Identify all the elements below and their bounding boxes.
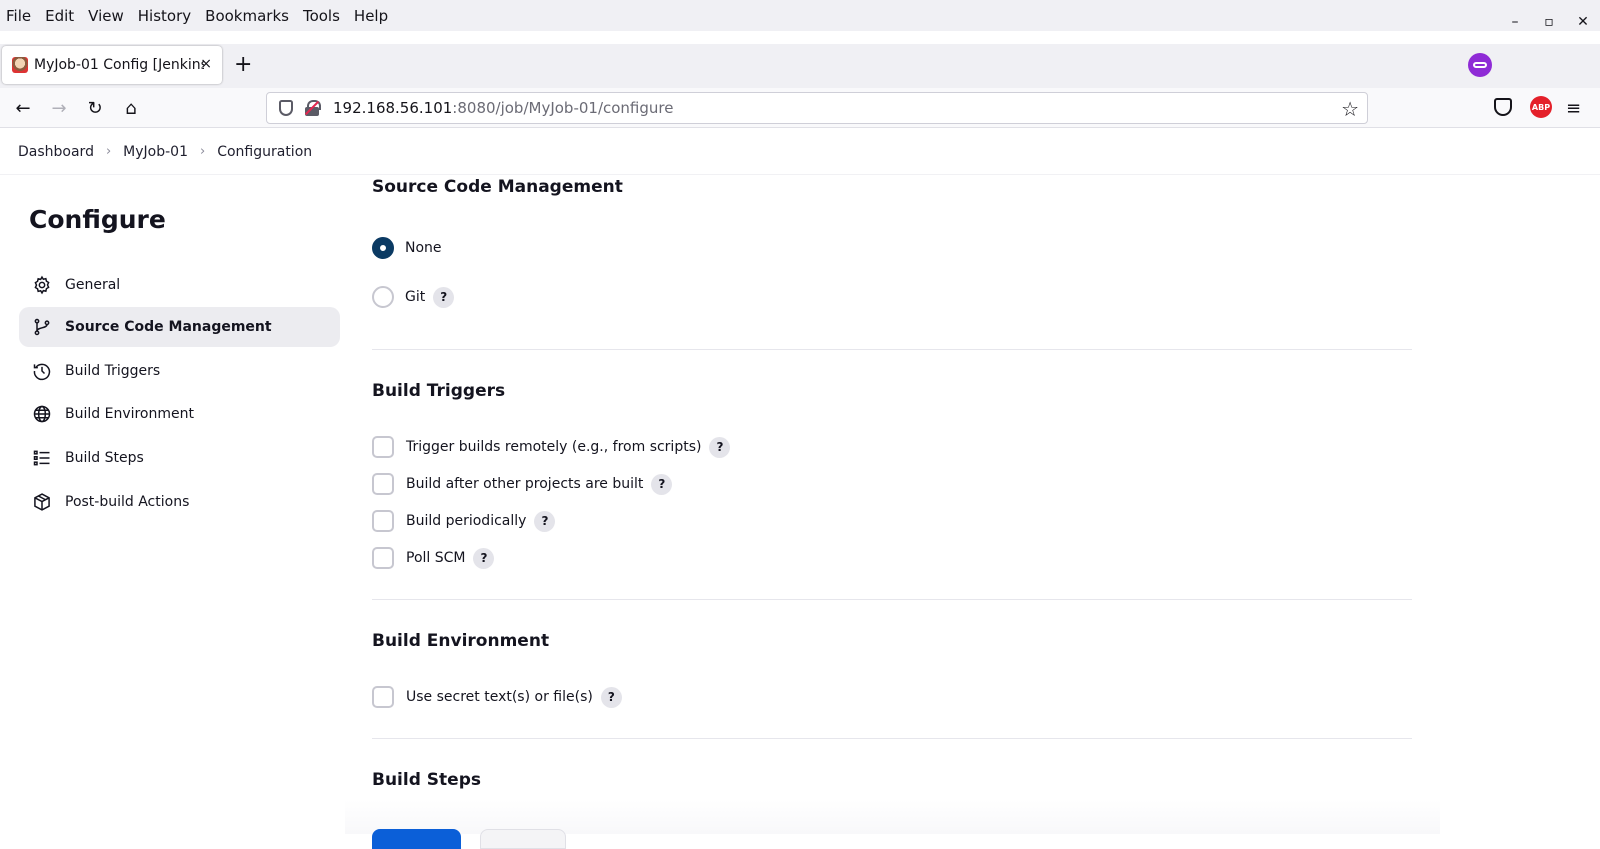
- sidebar-item-general[interactable]: General: [19, 265, 340, 305]
- url-bar[interactable]: 192.168.56.101 :8080/job/MyJob-01/config…: [266, 92, 1368, 124]
- menu-history[interactable]: History: [138, 7, 191, 25]
- help-icon[interactable]: ?: [473, 547, 495, 569]
- menu-edit[interactable]: Edit: [45, 7, 74, 25]
- breadcrumb-configuration[interactable]: Configuration: [217, 144, 312, 160]
- navigation-bar: ← → ↻ ⌂ 192.168.56.101 :8080/job/MyJob-0…: [0, 88, 1600, 128]
- menu-bookmarks[interactable]: Bookmarks: [205, 7, 289, 25]
- menu-file[interactable]: File: [6, 7, 31, 25]
- sidebar-item-post-build-actions[interactable]: Post-build Actions: [19, 482, 340, 522]
- bookmark-star-icon[interactable]: ☆: [1341, 97, 1359, 121]
- apply-button[interactable]: [480, 829, 566, 849]
- new-tab-button[interactable]: +: [234, 52, 252, 77]
- maximize-button[interactable]: ▫: [1532, 14, 1566, 30]
- pocket-icon[interactable]: [1494, 98, 1512, 116]
- help-icon[interactable]: ?: [651, 473, 673, 495]
- tab-close-icon[interactable]: ×: [200, 56, 212, 72]
- trigger-after-projects-option[interactable]: Build after other projects are built ?: [372, 473, 673, 495]
- checkbox-build-after[interactable]: [372, 473, 394, 495]
- main-content: Source Code Management None Git ? Build …: [372, 175, 1412, 815]
- home-button[interactable]: ⌂: [118, 95, 144, 121]
- checkbox-poll-scm[interactable]: [372, 547, 394, 569]
- checkbox-label: Build after other projects are built: [406, 476, 644, 492]
- sidebar: Configure General Source Code Management…: [0, 175, 345, 815]
- forward-button[interactable]: →: [46, 95, 72, 121]
- menu-help[interactable]: Help: [354, 7, 388, 25]
- section-title-build-environment: Build Environment: [372, 631, 550, 651]
- browser-tab[interactable]: MyJob-01 Config [Jenkins] ×: [2, 46, 222, 84]
- radio-git[interactable]: [372, 286, 394, 308]
- close-window-button[interactable]: ✕: [1566, 14, 1600, 30]
- minimize-button[interactable]: –: [1498, 14, 1532, 30]
- reload-button[interactable]: ↻: [82, 95, 108, 121]
- help-icon[interactable]: ?: [600, 686, 622, 708]
- breadcrumb: Dashboard › MyJob-01 › Configuration: [0, 129, 1600, 175]
- sidebar-item-source-code-management[interactable]: Source Code Management: [19, 307, 340, 347]
- cube-icon: [34, 493, 50, 511]
- section-title-build-steps: Build Steps: [372, 770, 481, 790]
- sidebar-item-label: Build Environment: [65, 406, 194, 422]
- help-icon[interactable]: ?: [709, 436, 731, 458]
- scm-option-git[interactable]: Git ?: [372, 286, 455, 308]
- checkbox-secret-text[interactable]: [372, 686, 394, 708]
- trigger-poll-scm-option[interactable]: Poll SCM ?: [372, 547, 495, 569]
- url-host: 192.168.56.101: [333, 99, 453, 117]
- menu-bar: File Edit View History Bookmarks Tools H…: [0, 0, 1600, 31]
- save-button[interactable]: [372, 829, 461, 849]
- section-title-build-triggers: Build Triggers: [372, 381, 506, 401]
- sidebar-item-label: Post-build Actions: [65, 494, 190, 510]
- gear-icon: [34, 275, 50, 295]
- tab-title: MyJob-01 Config [Jenkins]: [34, 57, 204, 73]
- section-divider: [372, 738, 1412, 739]
- list-icon: [33, 450, 50, 466]
- globe-icon: [33, 405, 51, 423]
- checkbox-label: Build periodically: [406, 513, 527, 529]
- git-branch-icon: [34, 318, 50, 336]
- sidebar-item-label: General: [65, 277, 121, 293]
- trigger-periodically-option[interactable]: Build periodically ?: [372, 510, 556, 532]
- help-icon[interactable]: ?: [433, 286, 455, 308]
- trigger-remote-option[interactable]: Trigger builds remotely (e.g., from scri…: [372, 436, 731, 458]
- chevron-right-icon: ›: [105, 144, 112, 159]
- tracking-shield-icon[interactable]: [279, 100, 293, 116]
- window-controls: – ▫ ✕: [1498, 0, 1600, 44]
- jenkins-favicon-icon: [12, 57, 28, 73]
- checkbox-build-periodically[interactable]: [372, 510, 394, 532]
- back-button[interactable]: ←: [10, 95, 36, 121]
- scm-option-none[interactable]: None: [372, 237, 442, 259]
- help-icon[interactable]: ?: [534, 510, 556, 532]
- radio-label: None: [405, 240, 442, 256]
- sidebar-item-build-triggers[interactable]: Build Triggers: [19, 351, 340, 391]
- app-menu-icon[interactable]: ≡: [1566, 98, 1581, 119]
- menu-view[interactable]: View: [88, 7, 124, 25]
- sidebar-item-label: Build Steps: [65, 450, 144, 466]
- checkbox-label: Poll SCM: [406, 550, 466, 566]
- radio-none[interactable]: [372, 237, 394, 259]
- breadcrumb-job[interactable]: MyJob-01: [123, 144, 188, 160]
- checkbox-label: Trigger builds remotely (e.g., from scri…: [406, 439, 702, 455]
- checkbox-trigger-remote[interactable]: [372, 436, 394, 458]
- sidebar-item-label: Source Code Management: [65, 319, 272, 335]
- chevron-right-icon: ›: [199, 144, 206, 159]
- sidebar-item-label: Build Triggers: [65, 363, 161, 379]
- page-title: Configure: [29, 205, 166, 234]
- radio-label: Git: [405, 289, 426, 305]
- clock-icon: [33, 363, 51, 381]
- section-title-scm: Source Code Management: [372, 177, 623, 197]
- private-mask-icon: [1468, 53, 1492, 77]
- sidebar-item-build-environment[interactable]: Build Environment: [19, 394, 340, 434]
- breadcrumb-dashboard[interactable]: Dashboard: [18, 144, 94, 160]
- adblock-plus-icon[interactable]: ABP: [1530, 96, 1552, 118]
- tab-bar: MyJob-01 Config [Jenkins] × +: [0, 44, 1600, 88]
- menu-tools[interactable]: Tools: [303, 7, 340, 25]
- section-divider: [372, 349, 1412, 350]
- env-secret-option[interactable]: Use secret text(s) or file(s) ?: [372, 686, 622, 708]
- checkbox-label: Use secret text(s) or file(s): [406, 689, 593, 705]
- url-path: :8080/job/MyJob-01/configure: [452, 99, 674, 117]
- section-divider: [372, 599, 1412, 600]
- sidebar-item-build-steps[interactable]: Build Steps: [19, 438, 340, 478]
- insecure-lock-icon[interactable]: [304, 100, 321, 116]
